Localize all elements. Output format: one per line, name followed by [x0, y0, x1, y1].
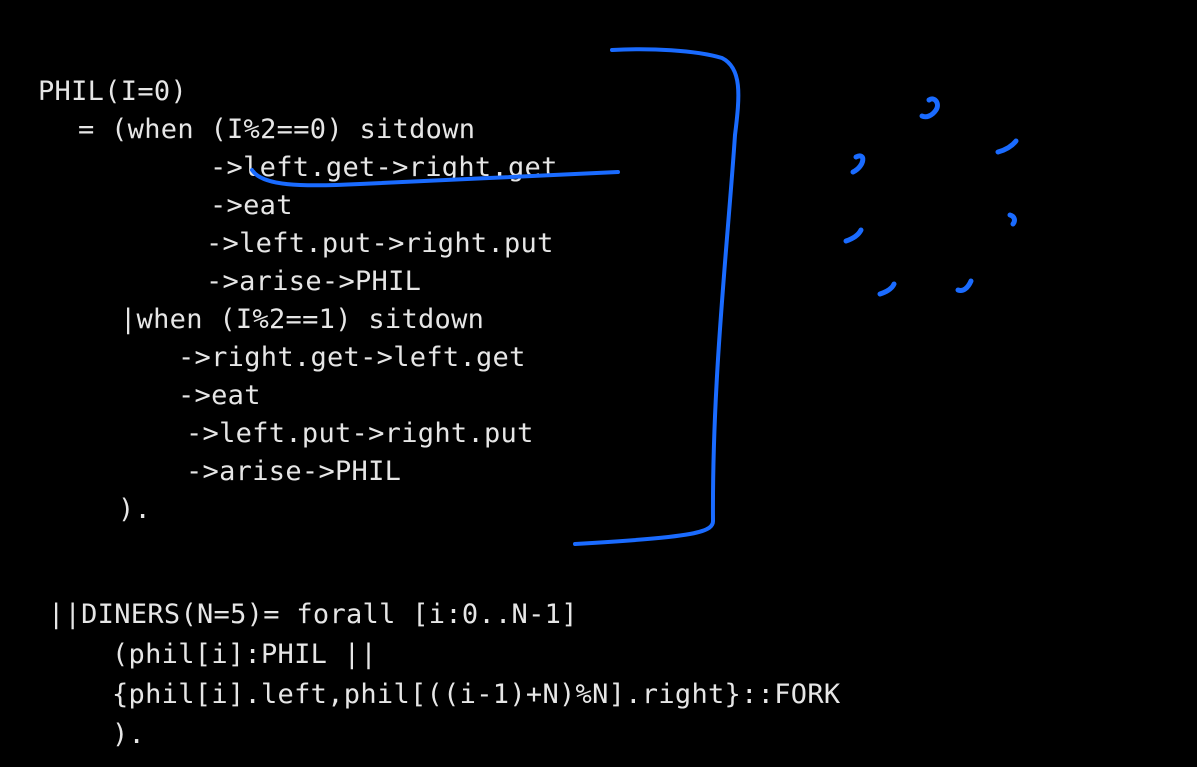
ink-dot [995, 138, 1019, 155]
code-line: ->arise->PHIL [206, 266, 422, 297]
code-line: PHIL(I=0) [38, 76, 187, 107]
code-line: (phil[i]:PHIL || [112, 639, 377, 670]
code-line: ->eat [210, 190, 293, 221]
code-line: ->arise->PHIL [186, 456, 402, 487]
code-line: ||DINERS(N=5)= forall [i:0..N-1] [48, 599, 578, 630]
ink-dot [850, 153, 866, 175]
code-line: ->right.get->left.get [178, 342, 526, 373]
code-line: |when (I%2==1) sitdown [120, 304, 485, 335]
code-line: ->left.put->right.put [206, 228, 554, 259]
ink-dot [1007, 212, 1017, 227]
code-line: {phil[i].left,phil[((i-1)+N)%N].right}::… [112, 679, 841, 710]
code-line: ->eat [178, 380, 261, 411]
code-line: ). [112, 719, 146, 750]
code-line: ). [118, 494, 152, 525]
ink-dot [919, 96, 940, 120]
code-line: = (when (I%2==0) sitdown [78, 114, 476, 145]
bracket-stroke [573, 47, 741, 546]
code-line: ->left.put->right.put [186, 418, 534, 449]
code-line: ->left.get->right.get [210, 152, 558, 183]
ink-dot [877, 281, 897, 297]
ink-dot [843, 227, 864, 244]
ink-dot [955, 278, 974, 293]
